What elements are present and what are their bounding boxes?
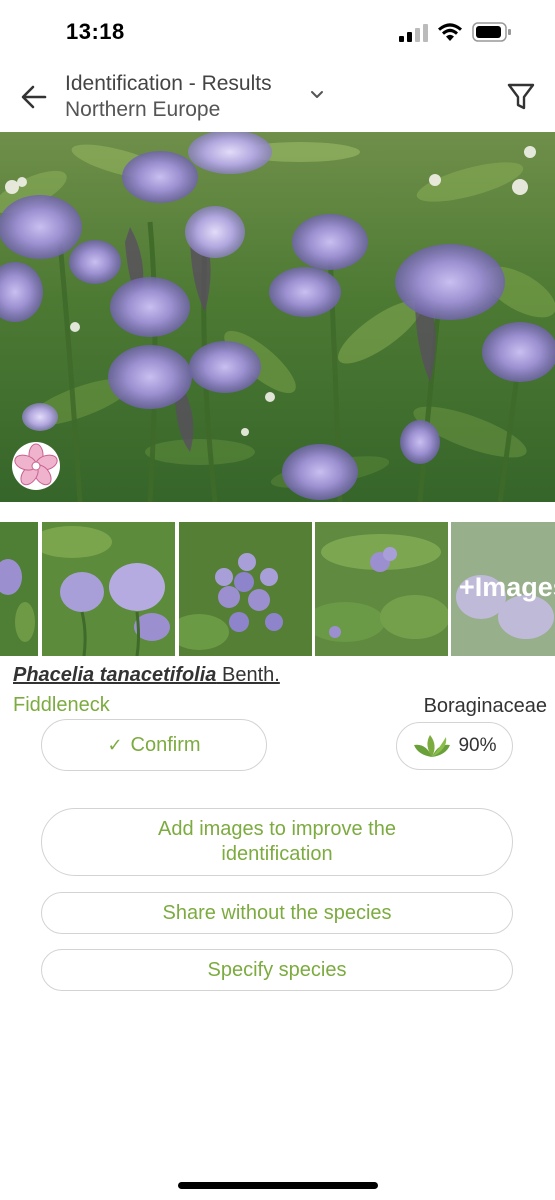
specify-species-label: Specify species: [207, 958, 347, 981]
scientific-name: Phacelia tanacetifolia: [13, 664, 217, 686]
thumbnail-image[interactable]: [179, 522, 312, 656]
battery-icon: [472, 22, 511, 42]
flower-photo-illustration: [0, 132, 555, 502]
region-subtitle: Northern Europe: [65, 98, 221, 121]
leaf-icon: [414, 735, 451, 757]
confirm-label: Confirm: [130, 733, 201, 756]
species-author: Benth.: [221, 664, 280, 686]
thumbnail-image[interactable]: [315, 522, 448, 656]
app-header: Identification - Results Northern Europe: [0, 62, 555, 132]
chevron-down-icon[interactable]: [308, 88, 326, 102]
home-indicator[interactable]: [178, 1182, 378, 1189]
more-images-tile[interactable]: +Images: [451, 522, 555, 656]
score-badge: 90%: [396, 722, 513, 770]
wifi-icon: [438, 23, 462, 41]
thumbnail-strip: +Images: [0, 522, 555, 656]
title-block[interactable]: Identification - Results Northern Europe: [65, 71, 272, 123]
add-images-button[interactable]: Add images to improve the identification: [41, 808, 513, 876]
share-without-species-label: Share without the species: [162, 901, 392, 924]
flower-badge[interactable]: [12, 442, 60, 490]
score-value: 90%: [458, 735, 497, 756]
page-title: Identification - Results: [65, 72, 272, 95]
back-arrow-icon[interactable]: [18, 82, 50, 112]
filter-icon[interactable]: [505, 80, 537, 112]
specify-species-button[interactable]: Specify species: [41, 949, 513, 991]
confirm-button[interactable]: ✓ Confirm: [41, 719, 267, 771]
status-time: 13:18: [66, 19, 125, 44]
main-photo[interactable]: [0, 132, 555, 502]
thumbnail-image[interactable]: [0, 522, 38, 656]
thumbnail-image[interactable]: [42, 522, 175, 656]
status-bar: 13:18: [0, 0, 555, 62]
family-name: Boraginaceae: [423, 695, 547, 717]
more-images-label: +Images: [459, 572, 555, 602]
flower-icon: [14, 443, 58, 486]
share-without-species-button[interactable]: Share without the species: [41, 892, 513, 934]
common-name: Fiddleneck: [13, 694, 110, 716]
add-images-label: Add images to improve the identification: [158, 818, 396, 865]
check-icon: ✓: [107, 734, 123, 755]
species-name-link[interactable]: Phacelia tanacetifolia Benth.: [13, 664, 280, 687]
signal-icon: [399, 24, 428, 42]
